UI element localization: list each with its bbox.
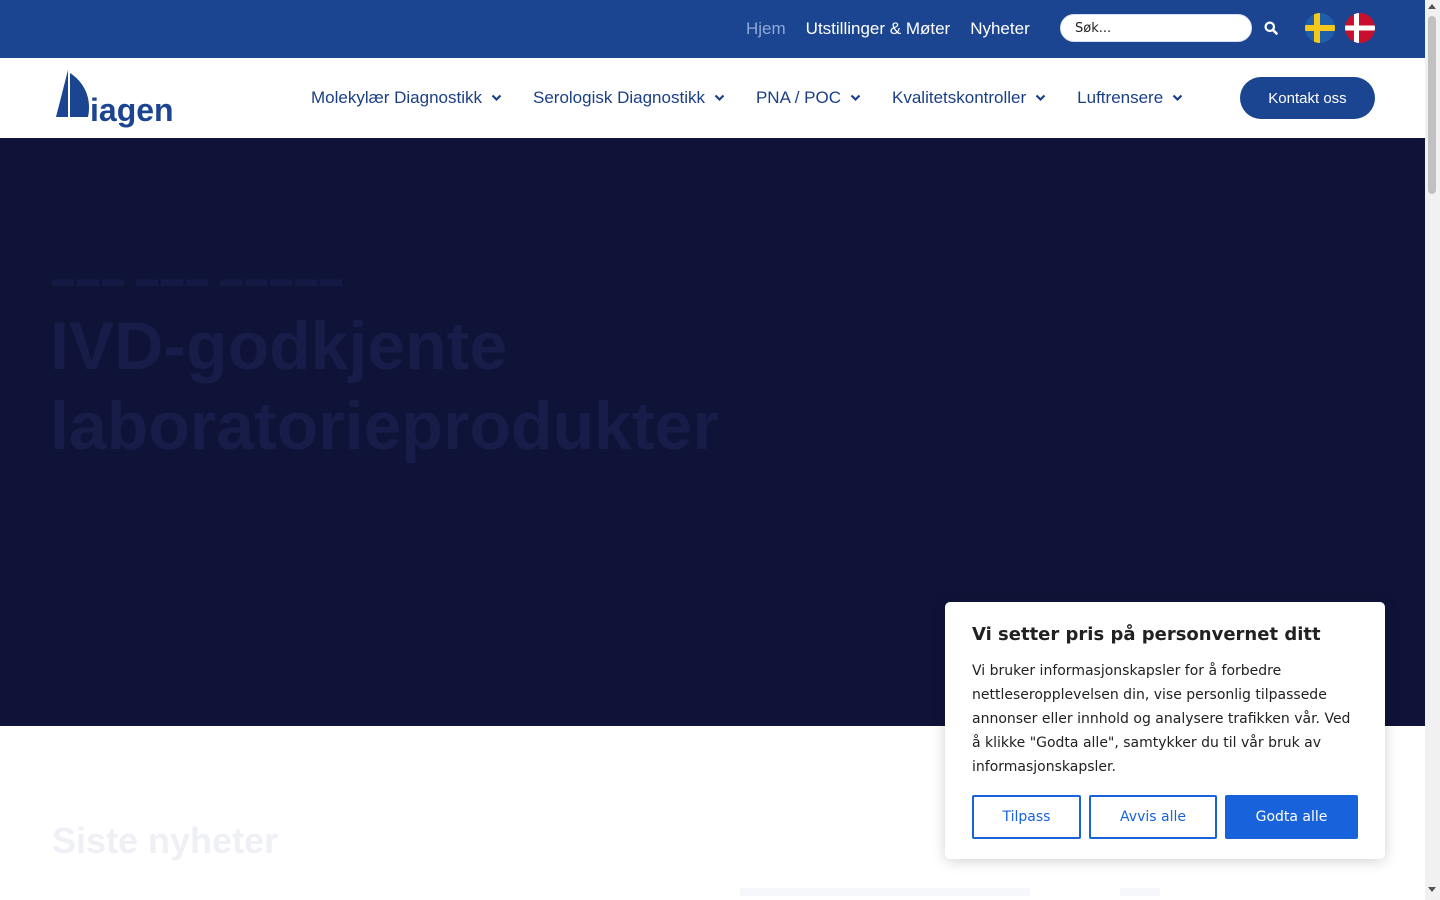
- news-card-placeholder: [740, 888, 1030, 896]
- cookie-title: Vi setter pris på personvernet ditt: [972, 624, 1321, 645]
- top-nav-news[interactable]: Nyheter: [970, 19, 1030, 39]
- scrollbar-thumb[interactable]: [1428, 16, 1436, 194]
- nav-item-molecular[interactable]: Molekylær Diagnostikk: [311, 88, 502, 108]
- nav-item-air-purifiers[interactable]: Luftrensere: [1077, 88, 1183, 108]
- cookie-reject-button[interactable]: Avvis alle: [1089, 795, 1217, 839]
- chevron-down-icon: [850, 94, 861, 102]
- chevron-down-icon: [1035, 94, 1046, 102]
- search-icon: [1264, 21, 1278, 35]
- top-nav-exhibitions[interactable]: Utstillinger & Møter: [806, 19, 951, 39]
- diagen-logo[interactable]: iagen: [54, 68, 178, 128]
- svg-text:iagen: iagen: [90, 92, 174, 128]
- news-section-title: Siste nyheter: [52, 820, 279, 861]
- denmark-flag-icon[interactable]: [1345, 13, 1375, 43]
- cookie-accept-button[interactable]: Godta alle: [1225, 795, 1358, 839]
- nav-item-serological[interactable]: Serologisk Diagnostikk: [533, 88, 725, 108]
- scroll-up-arrow-icon[interactable]: [1428, 4, 1436, 9]
- main-nav: Molekylær Diagnostikk Serologisk Diagnos…: [311, 58, 1214, 138]
- scroll-down-arrow-icon[interactable]: [1428, 887, 1436, 892]
- news-card-placeholder: [1120, 888, 1160, 896]
- cookie-text: Vi bruker informasjonskapsler for å forb…: [972, 663, 1351, 775]
- nav-item-pna-poc[interactable]: PNA / POC: [756, 88, 861, 108]
- chevron-down-icon: [714, 94, 725, 102]
- nav-item-quality-controls[interactable]: Kvalitetskontroller: [892, 88, 1046, 108]
- hero-eyebrow: ▬▬▬ ▬▬▬ ▬▬▬▬▬: [52, 266, 346, 291]
- cookie-customize-button[interactable]: Tilpass: [972, 795, 1081, 839]
- search-input[interactable]: [1060, 14, 1252, 42]
- search-button[interactable]: [1260, 18, 1282, 40]
- hero-title: IVD-godkjente laboratorieprodukter: [50, 308, 719, 464]
- sweden-flag-icon[interactable]: [1305, 13, 1335, 43]
- contact-button[interactable]: Kontakt oss: [1240, 77, 1375, 119]
- top-nav-home[interactable]: Hjem: [746, 19, 786, 39]
- chevron-down-icon: [491, 94, 502, 102]
- top-nav: Hjem Utstillinger & Møter Nyheter: [746, 0, 1050, 58]
- chevron-down-icon: [1172, 94, 1183, 102]
- cookie-consent-banner: Vi setter pris på personvernet ditt Vi b…: [945, 602, 1385, 859]
